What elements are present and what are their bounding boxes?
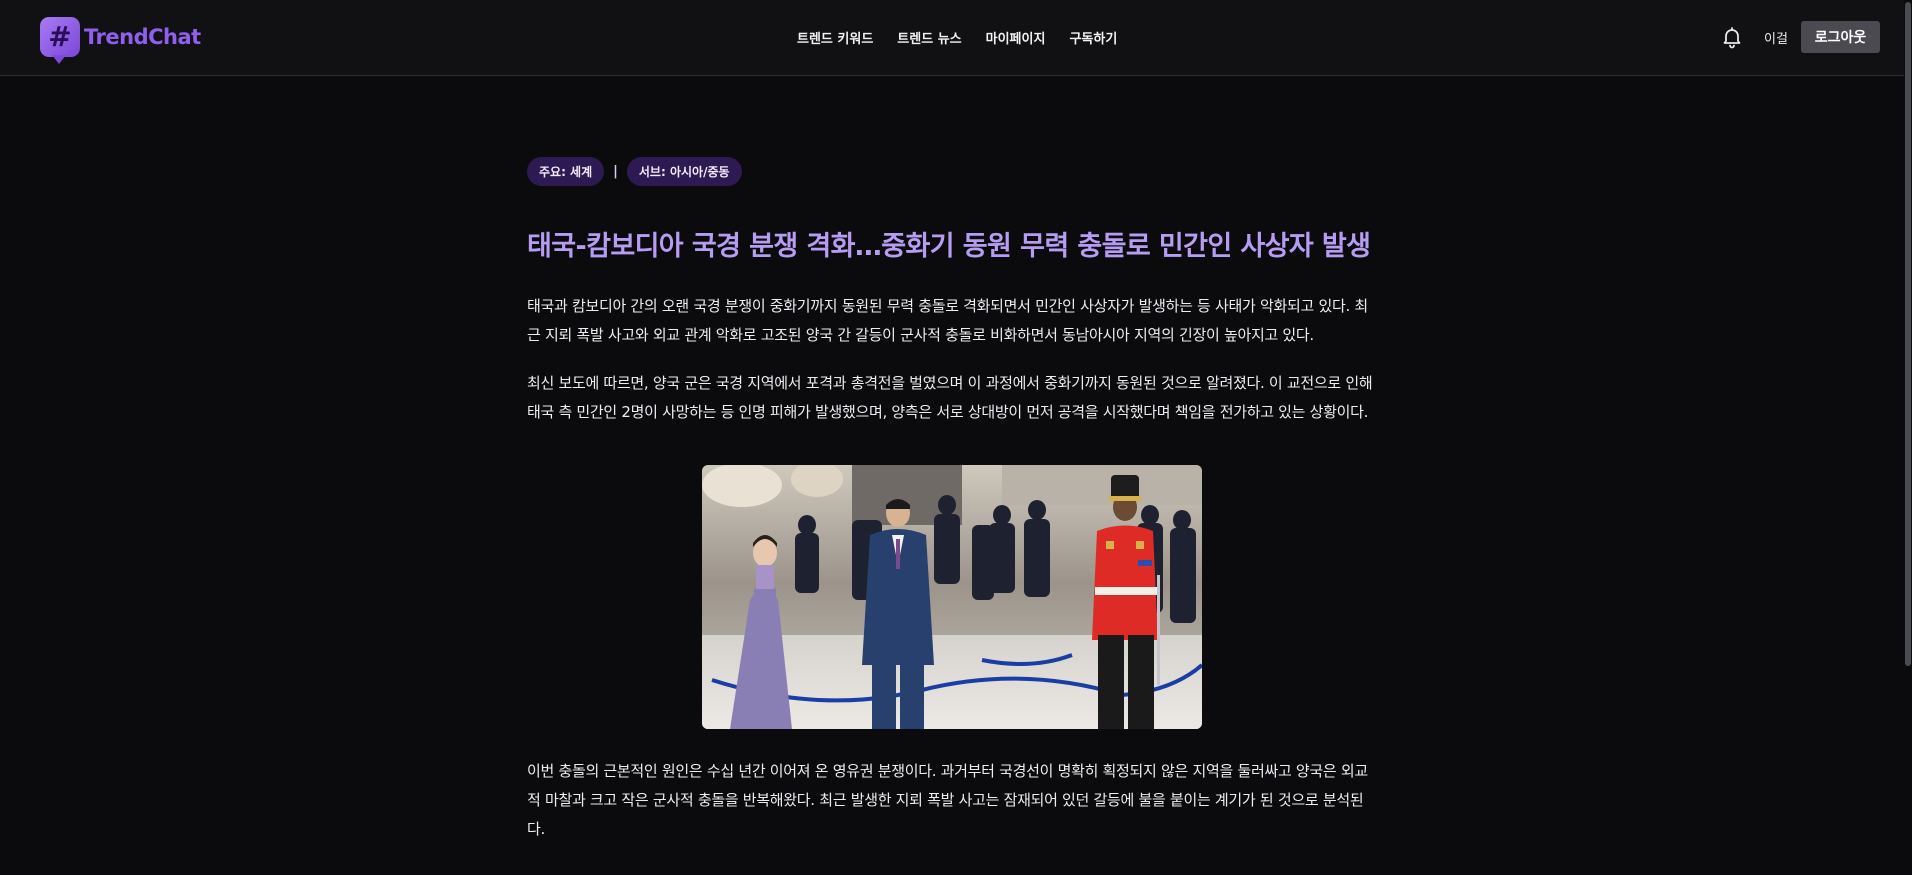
- main-category-tag[interactable]: 주요: 세계: [527, 156, 605, 186]
- nav-subscribe[interactable]: 구독하기: [1069, 28, 1117, 47]
- scrollbar-thumb[interactable]: [1905, 2, 1911, 666]
- trendchat-logo[interactable]: # TrendChat: [40, 16, 201, 64]
- logo-symbol: #: [48, 20, 72, 53]
- article-photo: [702, 465, 1202, 729]
- nav-trend-keywords[interactable]: 트렌드 키워드: [797, 28, 873, 47]
- article-paragraph: 이번 충돌의 근본적인 원인은 수십 년간 이어져 온 영유권 분쟁이다. 과거…: [527, 762, 1368, 838]
- photo-officials-procession: [702, 465, 1202, 729]
- sub-category-tag[interactable]: 서브: 아시아/중동: [626, 156, 742, 186]
- category-tags: 주요: 세계 | 서브: 아시아/중동: [527, 156, 1377, 186]
- article-title: 태국-캄보디아 국경 분쟁 격화…중화기 동원 무력 충돌로 민간인 사상자 발…: [527, 231, 1371, 262]
- logo-text: TrendChat: [84, 25, 201, 49]
- page-scrollbar[interactable]: [1904, 0, 1912, 875]
- news-article: 주요: 세계 | 서브: 아시아/중동 태국-캄보디아 국경 분쟁 격화…중화기…: [527, 156, 1377, 844]
- article-paragraph: 최신 보도에 따르면, 양국 군은 국경 지역에서 포격과 총격전을 벌였으며 …: [527, 374, 1373, 421]
- top-navigation-bar: # TrendChat 트렌드 키워드 트렌드 뉴스 마이페이지 구독하기 이걸…: [0, 0, 1912, 76]
- nav-my-page[interactable]: 마이페이지: [986, 28, 1046, 47]
- hashtag-chat-bubble-icon: #: [40, 17, 80, 64]
- nav-trend-news[interactable]: 트렌드 뉴스: [897, 28, 961, 47]
- article-paragraph: 태국과 캄보디아 간의 오랜 국경 분쟁이 중화기까지 동원된 무력 충돌로 격…: [527, 297, 1368, 344]
- main-nav: 트렌드 키워드 트렌드 뉴스 마이페이지 구독하기: [797, 27, 1117, 47]
- logout-button[interactable]: 로그아웃: [1801, 21, 1880, 53]
- tag-separator: |: [613, 163, 618, 179]
- bell-icon[interactable]: [1720, 25, 1744, 49]
- user-name: 이걸: [1764, 32, 1788, 47]
